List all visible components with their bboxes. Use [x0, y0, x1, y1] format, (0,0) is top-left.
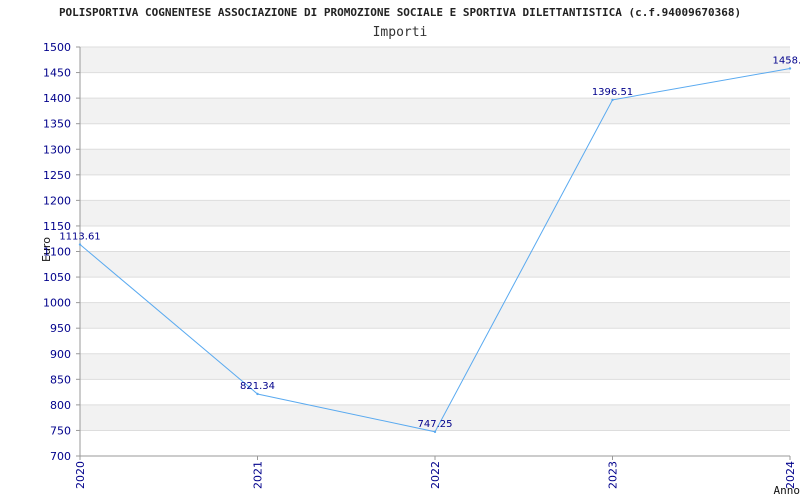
data-label: 747.25	[418, 419, 453, 430]
y-tick-label: 1200	[43, 194, 71, 207]
y-tick-label: 900	[50, 348, 71, 361]
y-tick-label: 1050	[43, 271, 71, 284]
y-tick-label: 950	[50, 322, 71, 335]
x-tick-label: 2020	[74, 461, 87, 489]
y-tick-label: 700	[50, 450, 71, 463]
x-tick-label: 2023	[607, 461, 620, 489]
grid-band	[80, 251, 790, 278]
y-tick-label: 1250	[43, 169, 71, 182]
x-tick-label: 2021	[252, 461, 265, 489]
y-tick-label: 1500	[43, 41, 71, 54]
data-point	[611, 98, 614, 102]
data-point	[788, 67, 792, 70]
y-tick-label: 750	[50, 424, 71, 437]
y-tick-label: 1400	[43, 92, 71, 105]
y-tick-label: 1300	[43, 143, 71, 156]
grid-band	[80, 353, 790, 380]
y-tick-label: 1000	[43, 297, 71, 310]
y-tick-label: 1450	[43, 67, 71, 80]
grid-bands	[80, 47, 790, 431]
data-label: 1458.0	[773, 55, 800, 66]
line-chart: 7007508008509009501000105011001150120012…	[43, 41, 800, 489]
data-point	[256, 392, 259, 396]
grid-band	[80, 98, 790, 124]
data-label: 1396.51	[592, 87, 633, 98]
y-tick-label: 800	[50, 399, 71, 412]
grid-band	[80, 47, 790, 73]
data-label: 821.34	[240, 381, 275, 392]
grid-band	[80, 302, 790, 329]
grid-band	[80, 149, 790, 175]
grid-band	[80, 200, 790, 226]
y-tick-label: 850	[50, 373, 71, 386]
y-axis-ticks: 7007508008509009501000105011001150120012…	[43, 41, 71, 463]
y-tick-label: 1350	[43, 118, 71, 131]
data-label: 1113.61	[59, 232, 100, 243]
y-tick-label: 1100	[43, 246, 71, 259]
x-axis-ticks: 2020 2021 2022 2023 2024	[74, 456, 797, 489]
data-point	[78, 243, 82, 246]
x-tick-label: 2022	[429, 461, 442, 489]
data-point	[433, 430, 437, 434]
x-tick-label: 2024	[784, 461, 797, 489]
